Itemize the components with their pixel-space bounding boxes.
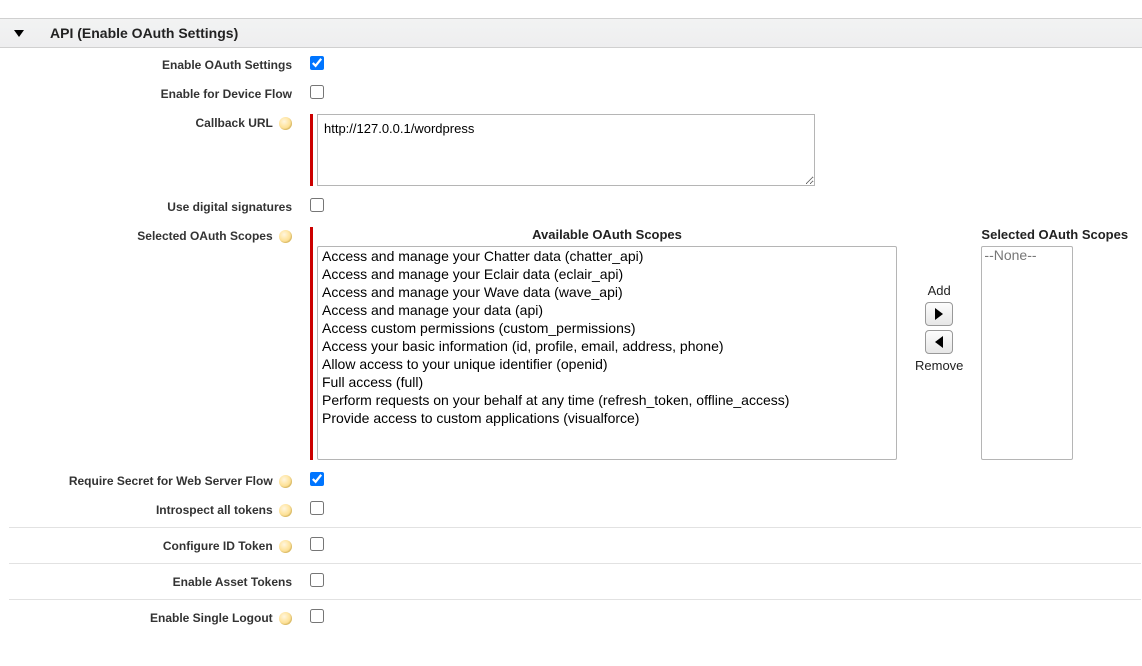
divider <box>9 563 1141 564</box>
enable-oauth-checkbox[interactable] <box>310 56 324 70</box>
row-selected-oauth-scopes: Selected OAuth Scopes Available OAuth Sc… <box>0 219 1142 464</box>
arrow-right-icon <box>935 308 943 320</box>
scope-option[interactable]: Provide access to custom applications (v… <box>318 409 896 427</box>
enable-single-logout-checkbox[interactable] <box>310 609 324 623</box>
row-enable-asset-tokens: Enable Asset Tokens <box>0 565 1142 594</box>
label-enable-device-flow: Enable for Device Flow <box>161 87 292 101</box>
enable-asset-tokens-checkbox[interactable] <box>310 573 324 587</box>
collapse-arrow-icon[interactable] <box>14 30 24 37</box>
row-enable-oauth: Enable OAuth Settings <box>0 48 1142 77</box>
scope-option[interactable]: Perform requests on your behalf at any t… <box>318 391 896 409</box>
label-introspect-all: Introspect all tokens <box>156 503 273 517</box>
oauth-settings-form: Enable OAuth Settings Enable for Device … <box>0 48 1142 630</box>
label-selected-oauth-scopes: Selected OAuth Scopes <box>137 229 272 243</box>
section-title: API (Enable OAuth Settings) <box>50 25 238 41</box>
selected-scopes-header: Selected OAuth Scopes <box>981 227 1128 246</box>
scope-option[interactable]: Access and manage your data (api) <box>318 301 896 319</box>
label-enable-single-logout: Enable Single Logout <box>150 611 273 625</box>
section-header[interactable]: API (Enable OAuth Settings) <box>0 18 1142 48</box>
row-configure-id-token: Configure ID Token <box>0 529 1142 558</box>
scope-option[interactable]: Access your basic information (id, profi… <box>318 337 896 355</box>
callback-url-input[interactable] <box>317 114 815 186</box>
require-secret-checkbox[interactable] <box>310 472 324 486</box>
label-enable-asset-tokens: Enable Asset Tokens <box>173 575 292 589</box>
help-icon[interactable] <box>279 540 292 553</box>
scope-option[interactable]: Access custom permissions (custom_permis… <box>318 319 896 337</box>
remove-label: Remove <box>915 358 963 373</box>
row-use-digital-signatures: Use digital signatures <box>0 190 1142 219</box>
available-scopes-list[interactable]: Access and manage your Chatter data (cha… <box>317 246 897 460</box>
help-icon[interactable] <box>279 117 292 130</box>
row-callback-url: Callback URL <box>0 106 1142 190</box>
row-require-secret: Require Secret for Web Server Flow <box>0 464 1142 493</box>
help-icon[interactable] <box>279 475 292 488</box>
enable-device-flow-checkbox[interactable] <box>310 85 324 99</box>
row-enable-single-logout: Enable Single Logout <box>0 601 1142 630</box>
introspect-all-checkbox[interactable] <box>310 501 324 515</box>
add-button[interactable] <box>925 302 953 326</box>
scope-option[interactable]: Access and manage your Eclair data (ecla… <box>318 265 896 283</box>
required-bar-icon <box>310 114 313 186</box>
label-require-secret: Require Secret for Web Server Flow <box>69 474 273 488</box>
row-introspect-all: Introspect all tokens <box>0 493 1142 522</box>
add-label: Add <box>928 283 951 298</box>
configure-id-token-checkbox[interactable] <box>310 537 324 551</box>
label-configure-id-token: Configure ID Token <box>163 539 273 553</box>
scope-option[interactable]: Allow access to your unique identifier (… <box>318 355 896 373</box>
label-use-digital-signatures: Use digital signatures <box>167 200 292 214</box>
scope-option[interactable]: Access and manage your Chatter data (cha… <box>318 247 896 265</box>
selected-scopes-list[interactable]: --None-- <box>981 246 1073 460</box>
row-enable-device-flow: Enable for Device Flow <box>0 77 1142 106</box>
help-icon[interactable] <box>279 504 292 517</box>
divider <box>9 527 1141 528</box>
required-bar-icon <box>310 227 313 460</box>
add-remove-controls: Add Remove <box>915 227 963 375</box>
divider <box>9 599 1141 600</box>
none-option[interactable]: --None-- <box>982 247 1072 264</box>
help-icon[interactable] <box>279 612 292 625</box>
label-callback-url: Callback URL <box>196 116 273 130</box>
label-enable-oauth: Enable OAuth Settings <box>162 58 292 72</box>
scope-option[interactable]: Access and manage your Wave data (wave_a… <box>318 283 896 301</box>
scope-option[interactable]: Full access (full) <box>318 373 896 391</box>
help-icon[interactable] <box>279 230 292 243</box>
arrow-left-icon <box>935 336 943 348</box>
available-scopes-header: Available OAuth Scopes <box>317 227 897 246</box>
remove-button[interactable] <box>925 330 953 354</box>
use-digital-signatures-checkbox[interactable] <box>310 198 324 212</box>
